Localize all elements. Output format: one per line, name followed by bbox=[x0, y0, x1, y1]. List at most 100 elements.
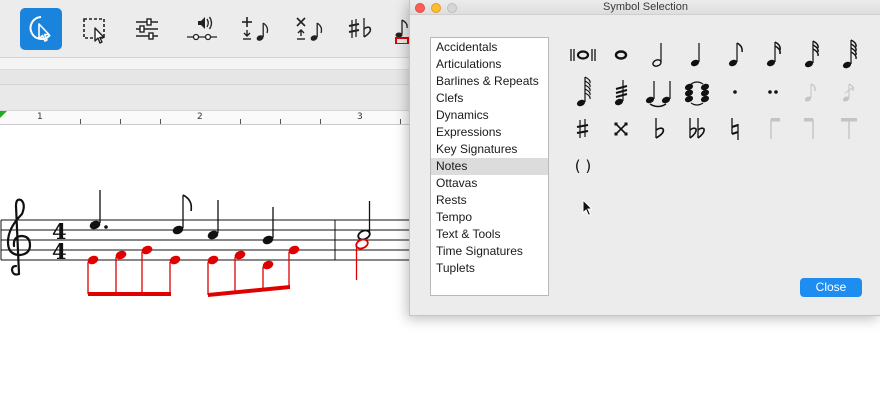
time-signature-bottom: 4 bbox=[52, 239, 67, 264]
accidentals-tool-button[interactable] bbox=[340, 8, 382, 50]
speaker-icon bbox=[187, 16, 217, 41]
dialog-titlebar[interactable]: Symbol Selection bbox=[410, 0, 880, 15]
symbol-button-flat[interactable] bbox=[641, 111, 677, 147]
beam-continue-icon bbox=[841, 118, 857, 139]
select-tool-button[interactable] bbox=[20, 8, 62, 50]
category-item-accidentals[interactable]: Accidentals bbox=[431, 39, 548, 56]
grace-note-slash-icon bbox=[842, 83, 855, 102]
sharp-flat-icon bbox=[348, 18, 372, 38]
add-note-icon bbox=[242, 17, 269, 41]
note-color-tool-button[interactable] bbox=[392, 8, 410, 50]
symbol-button-eighth-note[interactable] bbox=[717, 37, 753, 73]
playback-tool-button[interactable] bbox=[181, 8, 223, 50]
ruler-tick bbox=[240, 119, 241, 124]
symbol-button-dot[interactable] bbox=[717, 74, 753, 110]
ruler-label: 3 bbox=[357, 112, 363, 122]
ruler-tick bbox=[80, 119, 81, 124]
symbol-button-double-dot[interactable] bbox=[755, 74, 791, 110]
category-item-barlines-repeats[interactable]: Barlines & Repeats bbox=[431, 73, 548, 90]
category-item-expressions[interactable]: Expressions bbox=[431, 124, 548, 141]
symbol-selection-dialog: Symbol Selection Accidentals Articulation… bbox=[409, 0, 880, 316]
tied-chord-icon bbox=[684, 81, 710, 106]
symbol-button-double-flat[interactable] bbox=[679, 111, 715, 147]
symbol-button-tied-chord[interactable] bbox=[679, 74, 715, 110]
category-list[interactable]: Accidentals Articulations Barlines & Repea… bbox=[430, 37, 549, 296]
symbol-button-double-sharp[interactable] bbox=[603, 111, 639, 147]
colored-note-icon bbox=[395, 19, 409, 44]
ruler-label: 1 bbox=[37, 112, 43, 122]
sharp-icon bbox=[576, 119, 589, 138]
treble-clef-icon bbox=[6, 198, 32, 276]
ruler-tick bbox=[400, 119, 401, 124]
category-item-ottavas[interactable]: Ottavas bbox=[431, 175, 548, 192]
symbol-grid: ( ) bbox=[565, 37, 865, 187]
symbol-button-double-whole-note[interactable] bbox=[565, 37, 601, 73]
double-flat-icon bbox=[689, 118, 705, 139]
category-item-tuplets[interactable]: Tuplets bbox=[431, 260, 548, 277]
grace-note-icon bbox=[804, 83, 816, 102]
double-dot-icon bbox=[768, 90, 778, 94]
symbol-button-whole-note[interactable] bbox=[603, 37, 639, 73]
category-item-tempo[interactable]: Tempo bbox=[431, 209, 548, 226]
flat-icon bbox=[655, 118, 665, 139]
close-button[interactable]: Close bbox=[800, 278, 862, 297]
parentheses-icon: ( ) bbox=[574, 157, 592, 175]
symbol-button-natural[interactable] bbox=[717, 111, 753, 147]
thirty-second-note-icon bbox=[804, 40, 819, 68]
ruler-label: 2 bbox=[197, 112, 203, 122]
symbol-button-tie[interactable] bbox=[641, 74, 677, 110]
half-note bbox=[357, 201, 371, 241]
symbol-button-beam-start bbox=[755, 111, 791, 147]
symbol-button-sixteenth-note[interactable] bbox=[755, 37, 791, 73]
category-item-rests[interactable]: Rests bbox=[431, 192, 548, 209]
pointer-select-icon bbox=[29, 16, 51, 42]
sliders-icon bbox=[136, 18, 158, 40]
mixer-tool-button[interactable] bbox=[126, 8, 168, 50]
symbol-button-thirty-second-note[interactable] bbox=[793, 37, 829, 73]
ruler-tick bbox=[160, 119, 161, 124]
category-item-time-signatures[interactable]: Time Signatures bbox=[431, 243, 548, 260]
tie-icon bbox=[645, 81, 671, 108]
dotted-quarter-note bbox=[89, 190, 108, 230]
app-window: 1 2 3 4 4 Symbol Selection Accidentals A… bbox=[0, 0, 880, 410]
symbol-button-parentheses[interactable]: ( ) bbox=[565, 148, 601, 184]
symbol-button-tremolo-note[interactable] bbox=[603, 74, 639, 110]
ruler-tick bbox=[280, 119, 281, 124]
beamed-eighth-group bbox=[87, 245, 181, 296]
category-item-articulations[interactable]: Articulations bbox=[431, 56, 548, 73]
add-note-tool-button[interactable] bbox=[234, 8, 276, 50]
category-item-text-tools[interactable]: Text & Tools bbox=[431, 226, 548, 243]
double-sharp-icon bbox=[614, 122, 628, 136]
ruler-tick bbox=[320, 119, 321, 124]
quarter-note bbox=[262, 207, 274, 245]
category-item-key-signatures[interactable]: Key Signatures bbox=[431, 141, 548, 158]
symbol-button-beam-continue bbox=[831, 111, 867, 147]
marquee-select-icon bbox=[83, 18, 105, 44]
half-note-icon bbox=[652, 43, 662, 67]
delete-note-icon bbox=[296, 17, 323, 41]
delete-note-tool-button[interactable] bbox=[288, 8, 330, 50]
quarter-note-icon bbox=[690, 43, 700, 67]
symbol-button-half-note[interactable] bbox=[641, 37, 677, 73]
beamed-eighth-group bbox=[207, 245, 300, 297]
category-item-dynamics[interactable]: Dynamics bbox=[431, 107, 548, 124]
marquee-tool-button[interactable] bbox=[74, 8, 116, 50]
sixty-fourth-note-icon bbox=[842, 39, 857, 69]
dot-icon bbox=[733, 90, 737, 94]
symbol-button-beam-end bbox=[793, 111, 829, 147]
natural-icon bbox=[731, 118, 739, 140]
score-canvas[interactable]: 4 4 bbox=[0, 160, 410, 310]
beam-start-icon bbox=[770, 118, 780, 139]
category-item-notes[interactable]: Notes bbox=[431, 158, 548, 175]
category-item-clefs[interactable]: Clefs bbox=[431, 90, 548, 107]
symbol-button-sixty-fourth-note[interactable] bbox=[831, 37, 867, 73]
tremolo-note-icon bbox=[614, 80, 628, 106]
mouse-cursor-icon bbox=[582, 199, 594, 217]
ruler-tick bbox=[120, 119, 121, 124]
symbol-button-quarter-note[interactable] bbox=[679, 37, 715, 73]
symbol-button-grace-note-slash bbox=[831, 74, 867, 110]
symbol-button-sharp[interactable] bbox=[565, 111, 601, 147]
upper-voice bbox=[89, 190, 371, 245]
one-twenty-eighth-note-icon bbox=[576, 76, 591, 107]
symbol-button-one-twenty-eighth-note[interactable] bbox=[565, 74, 601, 110]
